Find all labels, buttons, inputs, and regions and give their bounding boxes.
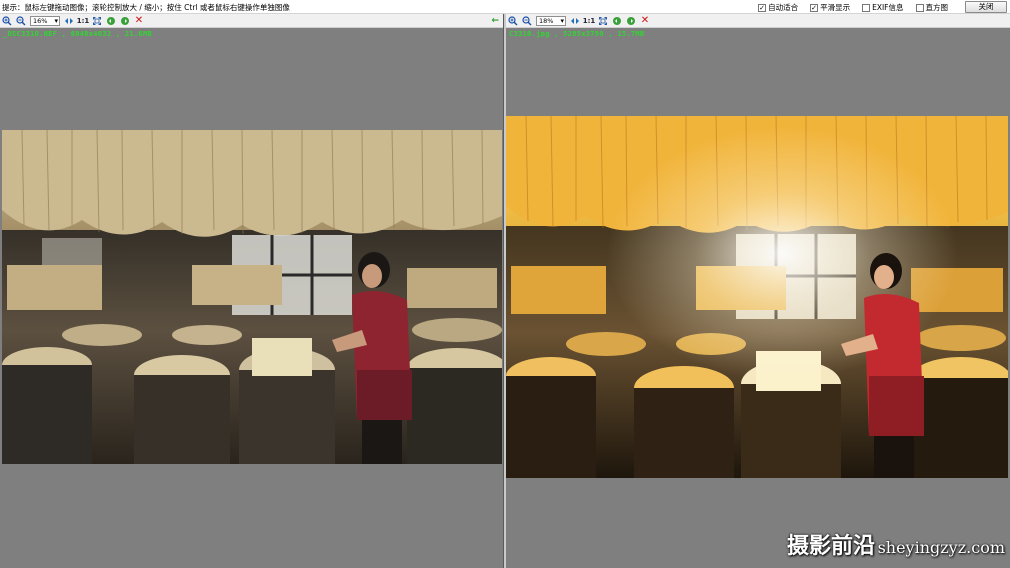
fullscreen-icon[interactable] [92,16,102,26]
option-smooth[interactable]: ✓ 平滑显示 [810,2,850,13]
watermark-en: sheyingzyz.com [877,538,1005,557]
rotate-left-icon[interactable] [612,16,622,26]
zoom-out-icon[interactable] [522,15,532,26]
fullscreen-icon[interactable] [598,16,608,26]
exif-checkbox[interactable] [862,3,871,12]
option-label: 直方图 [925,3,949,12]
option-label: EXIF信息 [872,3,904,12]
zoom-out-icon[interactable] [16,15,26,26]
rotate-left-icon[interactable] [106,16,116,26]
sync-arrow-icon[interactable]: ← [491,16,499,26]
close-icon[interactable]: ✕ [134,15,144,26]
file-info: _DSC3310.NEF , 6048x4032 , 21.6MB [3,30,152,38]
smooth-checkbox[interactable]: ✓ [810,3,819,12]
fit-icon[interactable] [64,16,74,26]
rotate-right-icon[interactable] [120,16,130,26]
top-bar: 提示：鼠标左键拖动图像；滚轮控制放大 / 缩小；按住 Ctrl 或者鼠标右键操作… [0,0,1010,14]
option-auto-fit[interactable]: ✓ 自动适合 [758,2,798,13]
zoom-select[interactable]: 18% [536,15,566,26]
right-image-pane[interactable]: 18% 1:1 ✕ C3310.jpg , 5285x3790 , 15.7MB [506,14,1010,568]
zoom-in-icon[interactable] [2,15,12,26]
options-group: ✓ 自动适合 ✓ 平滑显示 EXIF信息 直方图 [758,2,948,13]
zoom-in-icon[interactable] [508,15,518,26]
close-button[interactable]: 关闭 [965,1,1007,13]
histogram-checkbox[interactable] [915,3,924,12]
option-exif[interactable]: EXIF信息 [862,2,904,13]
one-to-one-button[interactable]: 1:1 [583,16,596,26]
left-toolbar: 16% 1:1 ✕ ← [0,14,503,28]
option-histogram[interactable]: 直方图 [915,2,949,13]
watermark-cn: 摄影前沿 [787,533,876,559]
right-toolbar: 18% 1:1 ✕ [506,14,1010,28]
left-image-pane[interactable]: 16% 1:1 ✕ ← _DSC3310.NEF , 6048x4032 , 2… [0,14,504,568]
file-info: C3310.jpg , 5285x3790 , 15.7MB [509,30,645,38]
option-label: 自动适合 [768,3,799,12]
auto-fit-checkbox[interactable]: ✓ [758,3,767,12]
original-photo [2,130,502,464]
one-to-one-button[interactable]: 1:1 [77,16,90,26]
edited-photo [506,116,1008,478]
watermark: 摄影前沿 sheyingzyz.com [787,528,1005,560]
close-icon[interactable]: ✕ [640,15,650,26]
option-label: 平滑显示 [820,3,851,12]
zoom-select[interactable]: 16% [30,15,60,26]
hint-text: 提示：鼠标左键拖动图像；滚轮控制放大 / 缩小；按住 Ctrl 或者鼠标右键操作… [2,3,290,12]
rotate-right-icon[interactable] [626,16,636,26]
fit-icon[interactable] [570,16,580,26]
